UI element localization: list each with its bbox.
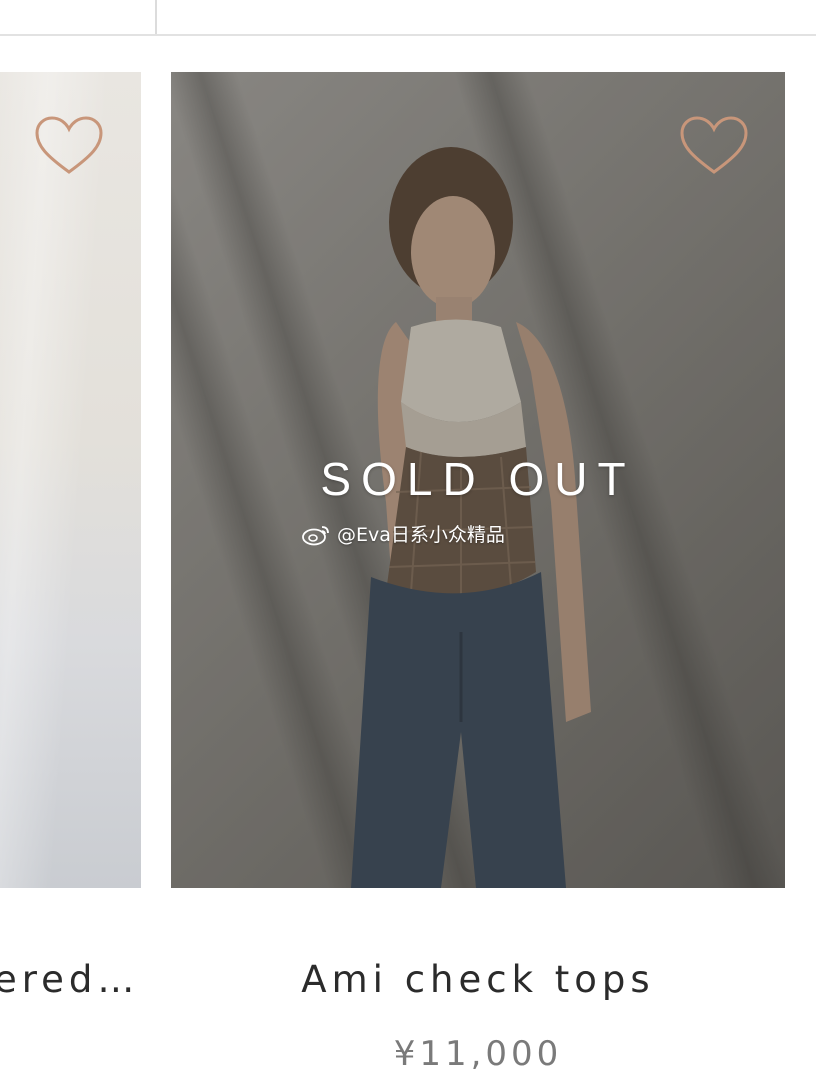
watermark-text: @Eva日系小众精品 bbox=[337, 524, 505, 546]
product-title-left[interactable]: ered… bbox=[0, 958, 139, 1001]
topbar-bottom-border bbox=[0, 34, 816, 36]
product-image-left[interactable] bbox=[0, 72, 141, 888]
product-title-ami-check-tops[interactable]: Ami check tops bbox=[171, 958, 785, 1001]
top-navigation-bar bbox=[0, 0, 816, 36]
favorite-heart-icon[interactable] bbox=[678, 114, 750, 178]
favorite-heart-icon[interactable] bbox=[33, 114, 105, 178]
heart-outline-icon bbox=[680, 116, 748, 174]
product-image-ami-check-tops[interactable]: SOLD OUT @Eva日系小众精品 bbox=[171, 72, 785, 888]
weibo-watermark: @Eva日系小众精品 bbox=[301, 520, 505, 547]
weibo-icon bbox=[302, 525, 329, 545]
sold-out-label: SOLD OUT bbox=[320, 453, 636, 505]
topbar-divider bbox=[155, 0, 157, 36]
light-streak bbox=[0, 72, 109, 888]
product-price: ¥11,000 bbox=[393, 1034, 563, 1074]
heart-outline-icon bbox=[35, 116, 103, 174]
